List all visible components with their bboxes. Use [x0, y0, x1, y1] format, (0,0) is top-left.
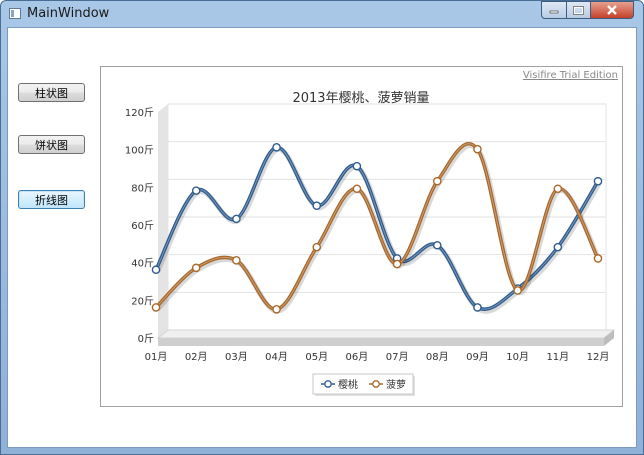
series-point-1: [432, 176, 442, 186]
series-point-1: [312, 242, 322, 252]
x-tick-label: 09月: [466, 351, 489, 363]
main-window: MainWindow 柱状图 饼状图 折线图 Visifire Trial Ed…: [0, 0, 644, 455]
x-tick-label: 06月: [346, 351, 369, 363]
series-point-1: [232, 256, 241, 265]
line-chart-button[interactable]: 折线图: [18, 190, 85, 209]
close-button[interactable]: [590, 1, 634, 19]
minimize-button[interactable]: [541, 1, 567, 19]
x-tick-label: 03月: [225, 351, 248, 363]
series-point-1: [272, 304, 281, 314]
series-point-1: [392, 259, 402, 269]
pie-chart-button[interactable]: 饼状图: [18, 135, 85, 154]
x-tick-label: 08月: [426, 351, 449, 363]
series-point-0: [432, 240, 442, 250]
legend-label: 菠萝: [386, 379, 406, 391]
x-tick-label: 12月: [587, 351, 610, 363]
maximize-icon: [573, 5, 584, 15]
window-title: MainWindow: [27, 6, 110, 21]
y-tick-label: 100斤: [125, 145, 154, 157]
minimize-icon: [549, 10, 559, 14]
client-area: 柱状图 饼状图 折线图 Visifire Trial Edition 2013年…: [7, 27, 637, 448]
trial-watermark[interactable]: Visifire Trial Edition: [523, 70, 618, 81]
legend-label: 樱桃: [338, 378, 358, 391]
x-tick-label: 11月: [546, 351, 569, 363]
series-point-0: [272, 143, 281, 152]
y-tick-label: 0斤: [138, 333, 154, 345]
series-point-1: [553, 184, 563, 194]
series-point-1: [191, 263, 201, 273]
series-point-0: [312, 201, 322, 210]
series-point-0: [191, 186, 201, 195]
series-point-0: [352, 161, 362, 171]
x-tick-label: 01月: [145, 351, 168, 363]
close-icon: [607, 5, 617, 15]
floor-front: [158, 338, 604, 346]
legend-marker: [372, 380, 380, 388]
title-bar[interactable]: MainWindow: [1, 1, 643, 27]
x-tick-label: 05月: [305, 351, 328, 363]
y-tick-label: 40斤: [131, 258, 154, 270]
series-point-1: [513, 286, 522, 295]
maximize-button[interactable]: [566, 1, 591, 19]
x-tick-label: 02月: [185, 351, 208, 363]
series-point-1: [593, 254, 603, 263]
bar-chart-button[interactable]: 柱状图: [18, 83, 85, 102]
legend-marker: [324, 380, 332, 388]
series-point-0: [553, 242, 563, 252]
y-tick-label: 120斤: [125, 107, 154, 119]
line-chart: 2013年樱桃、菠萝销量0斤20斤40斤60斤80斤100斤120斤01月 02月…: [125, 90, 616, 396]
series-point-0: [232, 214, 241, 224]
series-point-1: [151, 303, 161, 312]
chart-frame: Visifire Trial Edition 2013年樱桃、菠萝销量 0斤 20斤…: [100, 66, 623, 407]
floor-top: [156, 329, 616, 339]
y-tick-label: 20斤: [131, 295, 154, 307]
series-point-0: [593, 176, 603, 186]
x-tick-label: 10月: [506, 351, 529, 363]
series-point-0: [151, 265, 161, 275]
x-tick-label: 04月: [265, 351, 288, 363]
y-tick-label: 80斤: [131, 182, 154, 194]
series-point-1: [473, 144, 482, 154]
series-point-0: [473, 303, 482, 312]
y-tick-label: 60斤: [131, 220, 154, 232]
x-tick-label: 07月: [386, 351, 409, 363]
app-icon: [9, 8, 21, 19]
series-point-1: [352, 184, 362, 194]
